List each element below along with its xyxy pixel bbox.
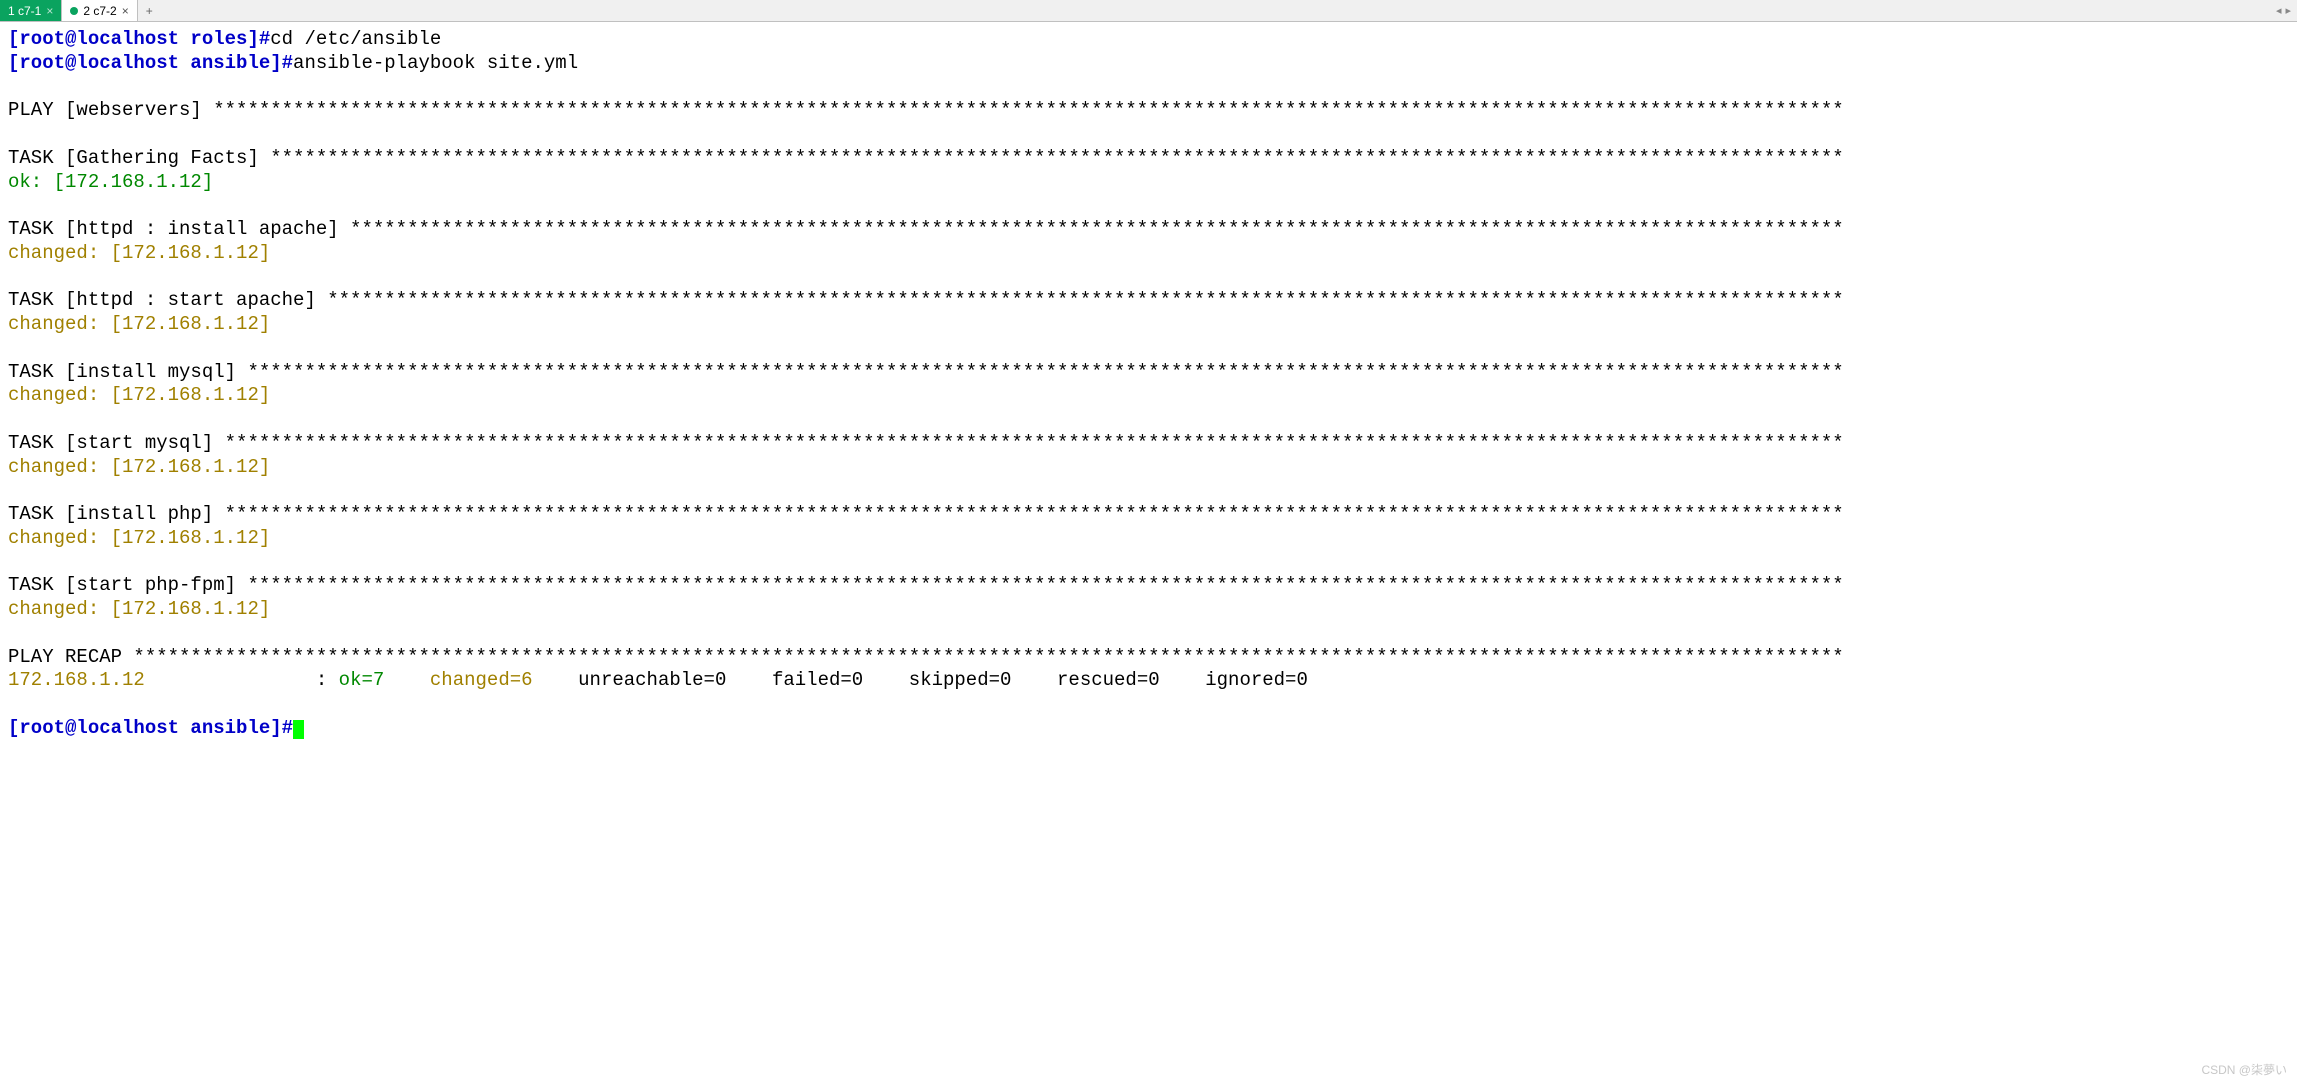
scroll-right-icon[interactable]: ▸ (2285, 4, 2291, 17)
task-header: TASK [httpd : start apache] ************… (8, 289, 1844, 311)
recap-other: unreachable=0 failed=0 skipped=0 rescued… (578, 669, 1308, 691)
status-dot-icon (70, 7, 78, 15)
cursor-icon (293, 720, 304, 739)
task-result-changed: changed: [172.168.1.12] (8, 527, 270, 549)
tab-bar-controls: ◂ ▸ (2276, 4, 2297, 17)
task-result-changed: changed: [172.168.1.12] (8, 242, 270, 264)
task-header: TASK [install php] *********************… (8, 503, 1844, 525)
recap-changed: changed=6 (430, 669, 567, 691)
shell-prompt: [root@localhost ansible]# (8, 717, 293, 739)
task-header: TASK [Gathering Facts] *****************… (8, 147, 1844, 169)
scroll-left-icon[interactable]: ◂ (2276, 4, 2282, 17)
recap-sep: : (145, 669, 339, 691)
watermark: CSDN @柒夢い (2201, 1061, 2287, 1078)
command-text: ansible-playbook site.yml (293, 52, 578, 74)
tab-bar: 1 c7-1 × 2 c7-2 × + ◂ ▸ (0, 0, 2297, 22)
play-header: PLAY [webservers] **********************… (8, 99, 1844, 121)
tab-label: 1 c7-1 (8, 4, 41, 18)
task-header: TASK [httpd : install apache] **********… (8, 218, 1844, 240)
add-tab-button[interactable]: + (138, 2, 161, 20)
task-header: TASK [start mysql] *********************… (8, 432, 1844, 454)
task-result-changed: changed: [172.168.1.12] (8, 384, 270, 406)
play-recap-header: PLAY RECAP *****************************… (8, 646, 1844, 668)
recap-host: 172.168.1.12 (8, 669, 145, 691)
tab-c7-2[interactable]: 2 c7-2 × (62, 0, 137, 21)
task-header: TASK [start php-fpm] *******************… (8, 574, 1844, 596)
task-result-changed: changed: [172.168.1.12] (8, 456, 270, 478)
close-icon[interactable]: × (46, 4, 53, 18)
terminal-output[interactable]: [root@localhost roles]#cd /etc/ansible [… (0, 22, 2297, 747)
close-icon[interactable]: × (122, 4, 129, 18)
task-result-changed: changed: [172.168.1.12] (8, 598, 270, 620)
shell-prompt: [root@localhost roles]# (8, 28, 270, 50)
command-text: cd /etc/ansible (270, 28, 441, 50)
tab-c7-1[interactable]: 1 c7-1 × (0, 0, 62, 21)
tab-label: 2 c7-2 (83, 4, 116, 18)
task-result-changed: changed: [172.168.1.12] (8, 313, 270, 335)
recap-ok: ok=7 (339, 669, 419, 691)
task-result-ok: ok: [172.168.1.12] (8, 171, 213, 193)
task-header: TASK [install mysql] *******************… (8, 361, 1844, 383)
shell-prompt: [root@localhost ansible]# (8, 52, 293, 74)
